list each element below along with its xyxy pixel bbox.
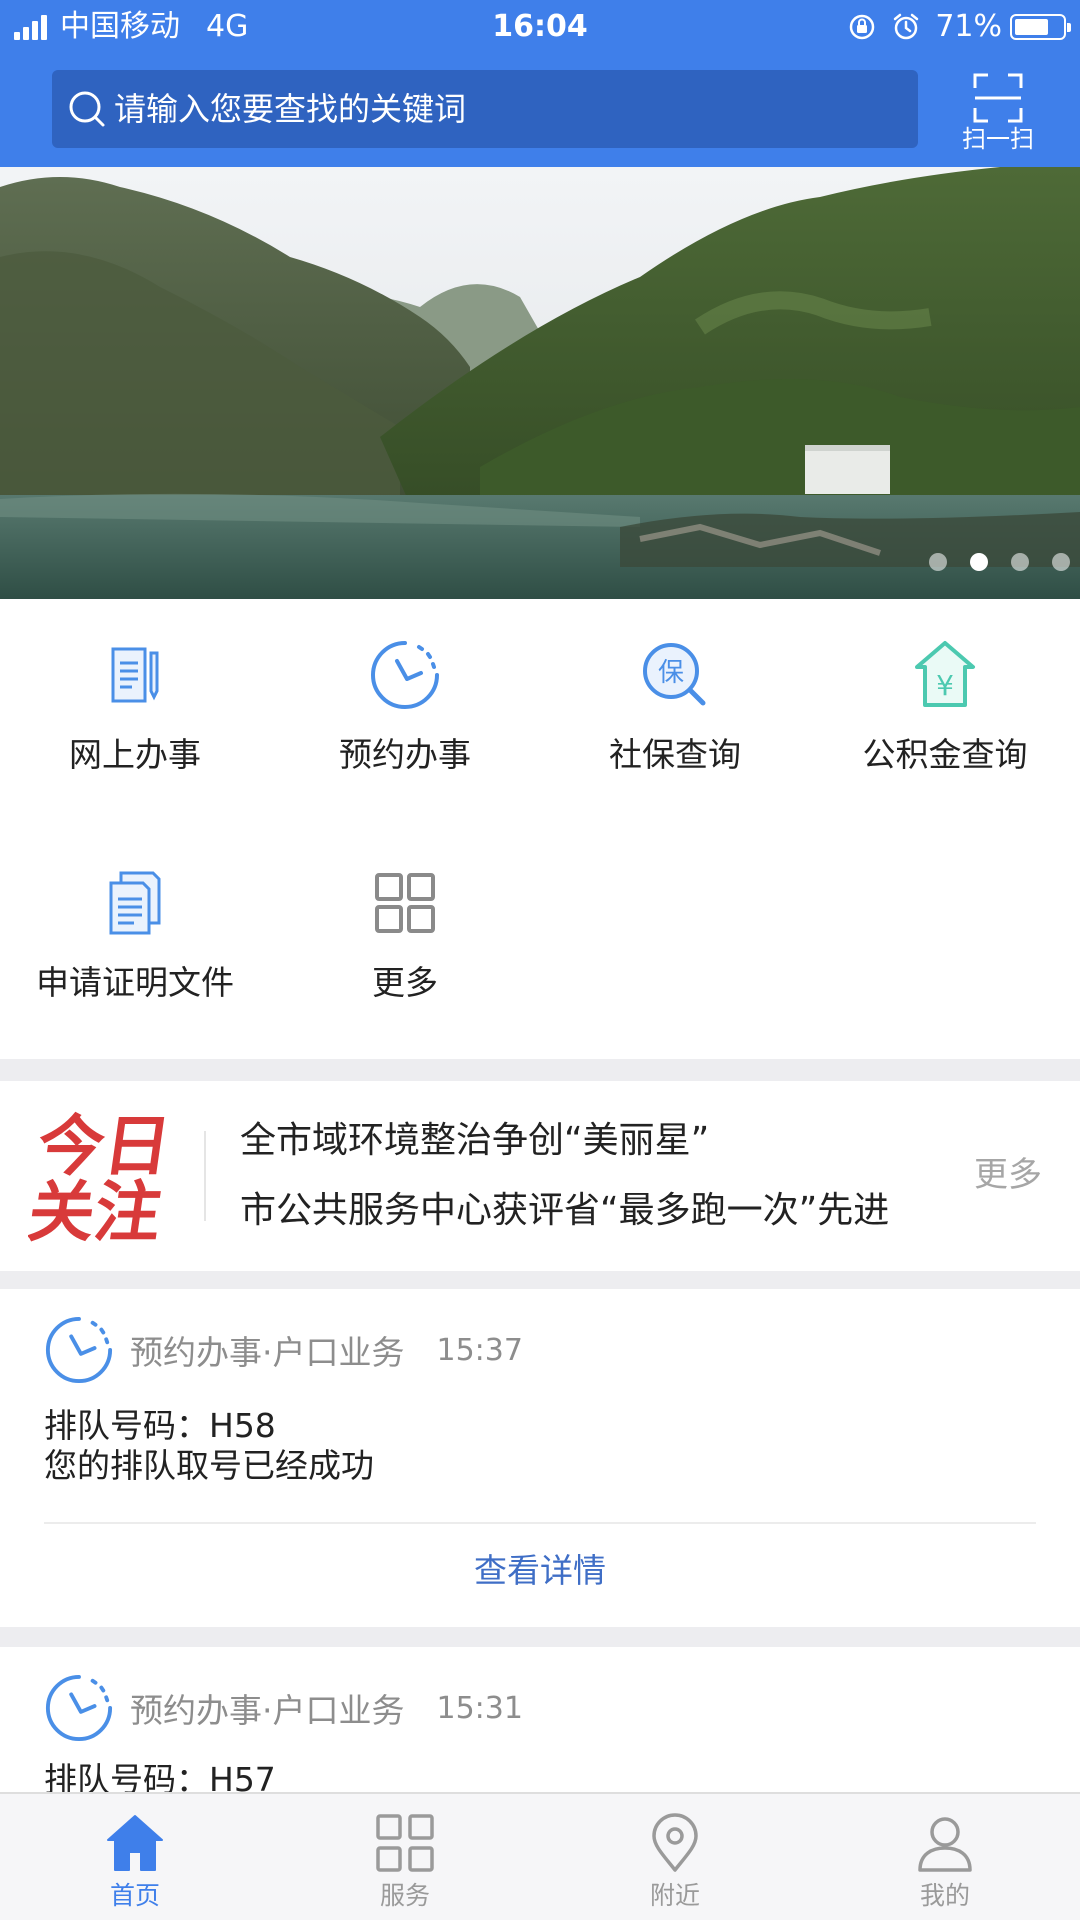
view-details-link[interactable]: 查看详情 bbox=[0, 1541, 1080, 1601]
tab-home[interactable]: 首页 bbox=[0, 1794, 270, 1920]
battery-icon bbox=[1010, 14, 1071, 40]
tab-label: 首页 bbox=[109, 1881, 160, 1910]
appointment-clock-icon bbox=[371, 641, 439, 709]
appointment-card[interactable]: 预约办事·户口业务 15:37 排队号码：H58 您的排队取号已经成功 查看详情 bbox=[0, 1289, 1080, 1627]
search-input[interactable] bbox=[114, 90, 894, 128]
service-label: 公积金查询 bbox=[862, 735, 1028, 774]
banner-carousel[interactable] bbox=[0, 167, 1080, 599]
status-bar: 中国移动 4G 16:04 71% bbox=[0, 0, 1080, 54]
today-focus-logo: 今日 关注 bbox=[28, 1105, 178, 1245]
tab-label: 附近 bbox=[649, 1881, 700, 1910]
service-housing-fund[interactable]: ¥ 公积金查询 bbox=[810, 599, 1080, 799]
appointment-clock-icon bbox=[45, 1674, 113, 1742]
banner-landscape-image bbox=[0, 167, 1080, 599]
grid-more-icon bbox=[375, 873, 435, 933]
service-more[interactable]: 更多 bbox=[270, 827, 540, 1027]
orientation-lock-icon bbox=[850, 14, 875, 40]
carousel-dot[interactable] bbox=[929, 553, 947, 571]
scan-label: 扫一扫 bbox=[962, 125, 1034, 153]
queue-number: 排队号码：H58 bbox=[44, 1406, 276, 1445]
card-divider bbox=[44, 1522, 1036, 1524]
focus-news-item[interactable]: 市公共服务中心获评省“最多跑一次”先进 bbox=[240, 1187, 889, 1235]
card-time: 15:37 bbox=[436, 1332, 523, 1368]
focus-more-link[interactable]: 更多 bbox=[974, 1151, 1042, 1199]
documents-icon bbox=[109, 871, 161, 935]
tab-label: 我的 bbox=[919, 1881, 970, 1910]
service-social-security[interactable]: 保 社保查询 bbox=[540, 599, 810, 799]
tab-label: 服务 bbox=[379, 1881, 430, 1910]
service-label: 社保查询 bbox=[609, 735, 741, 774]
alarm-icon bbox=[894, 13, 919, 40]
focus-news-item[interactable]: 全市域环境整治争创“美丽星” bbox=[240, 1117, 709, 1165]
card-category: 预约办事·户口业务 bbox=[130, 1333, 405, 1372]
user-icon bbox=[918, 1817, 972, 1872]
bottom-tab-bar: 首页 服务 附近 我的 bbox=[0, 1792, 1080, 1920]
status-right: 71% bbox=[833, 8, 1071, 46]
service-label: 申请证明文件 bbox=[36, 963, 234, 1002]
location-pin-icon bbox=[652, 1813, 698, 1872]
today-focus-panel: 今日 关注 全市域环境整治争创“美丽星” 市公共服务中心获评省“最多跑一次”先进… bbox=[0, 1081, 1080, 1271]
housing-fund-icon: ¥ bbox=[915, 641, 975, 707]
appointment-card[interactable]: 预约办事·户口业务 15:31 排队号码：H57 bbox=[0, 1647, 1080, 1807]
card-header: 预约办事·户口业务 15:31 bbox=[44, 1673, 523, 1743]
home-icon bbox=[107, 1815, 163, 1871]
logo-line-2: 关注 bbox=[28, 1173, 166, 1245]
focus-divider bbox=[204, 1131, 206, 1221]
service-label: 更多 bbox=[372, 963, 438, 1002]
icon-text: ¥ bbox=[936, 669, 954, 702]
social-security-search-icon: 保 bbox=[643, 643, 706, 706]
search-icon bbox=[69, 91, 105, 127]
service-label: 预约办事 bbox=[339, 735, 471, 774]
card-time: 15:31 bbox=[436, 1690, 523, 1726]
service-online[interactable]: 网上办事 bbox=[0, 599, 270, 799]
icon-text: 保 bbox=[658, 658, 684, 688]
battery-percent: 71% bbox=[935, 9, 1002, 44]
service-label: 网上办事 bbox=[69, 735, 201, 774]
tab-mine[interactable]: 我的 bbox=[810, 1794, 1080, 1920]
battery-fill bbox=[1015, 19, 1048, 35]
carousel-dot[interactable] bbox=[970, 553, 988, 571]
scan-icon bbox=[973, 73, 1023, 123]
online-service-icon bbox=[111, 647, 159, 703]
service-certificate[interactable]: 申请证明文件 bbox=[0, 827, 270, 1027]
scan-button[interactable]: 扫一扫 bbox=[948, 70, 1048, 160]
carousel-dot[interactable] bbox=[1011, 553, 1029, 571]
search-bar[interactable] bbox=[52, 70, 918, 148]
card-message: 您的排队取号已经成功 bbox=[44, 1446, 374, 1485]
service-appointment[interactable]: 预约办事 bbox=[270, 599, 540, 799]
service-grid: 网上办事 预约办事 保 社保查询 ¥ 公积金查询 申请证明文件 更多 bbox=[0, 599, 1080, 1059]
grid-icon bbox=[376, 1814, 434, 1872]
top-header: 中国移动 4G 16:04 71% 请输入您要查找的关键词 扫一扫 bbox=[0, 0, 1080, 167]
carousel-dot[interactable] bbox=[1052, 553, 1070, 571]
tab-services[interactable]: 服务 bbox=[270, 1794, 540, 1920]
tab-nearby[interactable]: 附近 bbox=[540, 1794, 810, 1920]
card-header: 预约办事·户口业务 15:37 bbox=[44, 1315, 523, 1385]
appointment-clock-icon bbox=[45, 1316, 113, 1384]
card-category: 预约办事·户口业务 bbox=[130, 1691, 405, 1730]
carousel-indicator bbox=[906, 553, 1070, 571]
